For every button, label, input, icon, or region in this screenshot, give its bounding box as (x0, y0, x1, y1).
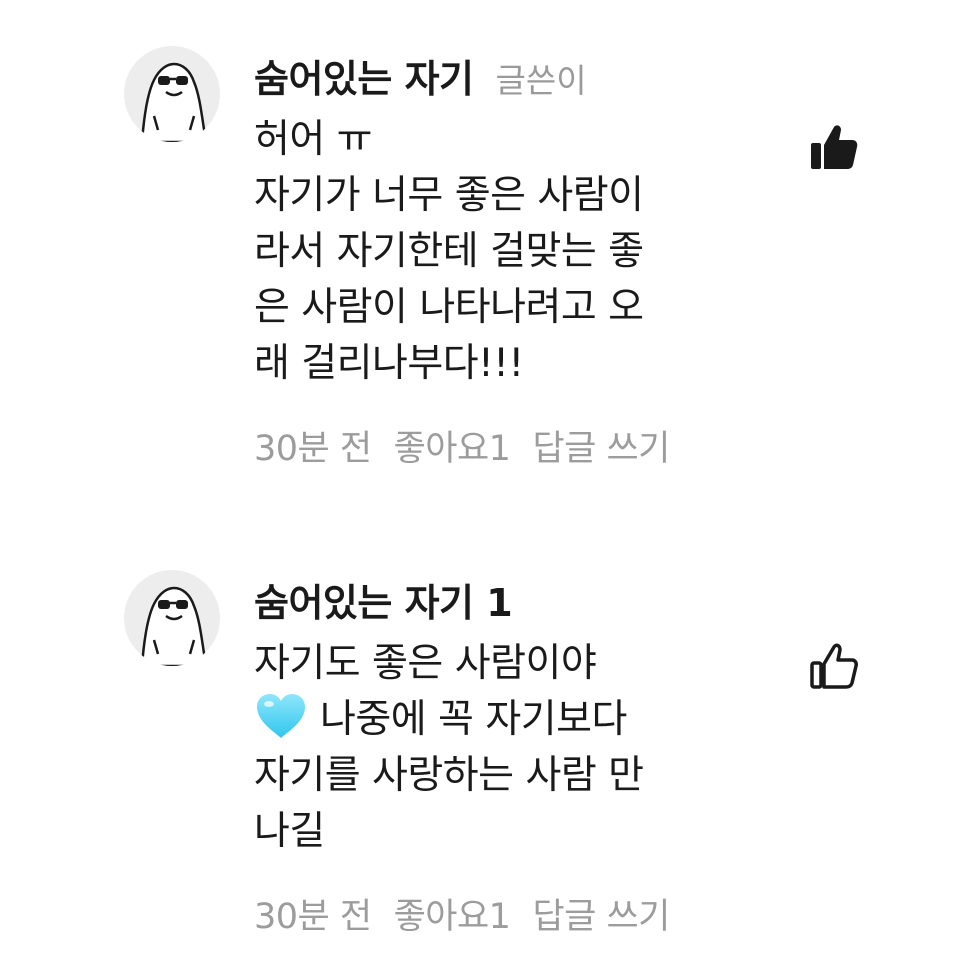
light-blue-heart-icon (254, 692, 308, 740)
comment-line: 나중에 꼭 자기보다 (254, 692, 744, 748)
sunglasses-character-icon (140, 62, 208, 142)
sunglasses-character-icon (140, 586, 208, 666)
comment-line-text: 나중에 꼭 자기보다 (320, 697, 627, 742)
like-button[interactable] (808, 640, 860, 692)
comment-meta: 30분 전 좋아요1 답글 쓰기 (254, 888, 744, 939)
avatar[interactable] (124, 570, 220, 666)
comment-line: 은 사람이 나타나려고 오 (254, 285, 644, 330)
author-name[interactable]: 숨어있는 자기 1 (254, 572, 513, 627)
comment-line: 래 걸리나부다!!! (254, 341, 524, 386)
comment-header: 숨어있는 자기 글쓴이 (254, 48, 744, 104)
comment-line: 나길 (254, 809, 325, 854)
thumbs-up-filled-icon (811, 125, 858, 169)
comment-text: 허어 ㅠ 자기가 너무 좋은 사람이 라서 자기한테 걸맞는 좋 은 사람이 나… (254, 112, 744, 392)
thumbs-up-outline-icon (810, 643, 858, 689)
comment-meta: 30분 전 좋아요1 답글 쓰기 (254, 420, 744, 471)
reply-link[interactable]: 답글 쓰기 (532, 420, 670, 471)
comment-line: 라서 자기한테 걸맞는 좋 (254, 229, 644, 274)
comment-content: 숨어있는 자기 글쓴이 허어 ㅠ 자기가 너무 좋은 사람이 라서 자기한테 걸… (254, 48, 744, 471)
reply-link[interactable]: 답글 쓰기 (532, 888, 670, 939)
like-button[interactable] (808, 121, 860, 173)
comment-content: 숨어있는 자기 1 자기도 좋은 사람이야 나중에 꼭 자기보다 자기를 사랑하… (254, 572, 744, 939)
comment-line: 자기가 너무 좋은 사람이 (254, 173, 644, 218)
avatar[interactable] (124, 46, 220, 142)
comment-header: 숨어있는 자기 1 (254, 572, 744, 628)
comment-text: 자기도 좋은 사람이야 나중에 꼭 자기보다 자기를 사랑하는 사람 만 나길 (254, 636, 744, 860)
comment-line: 허어 ㅠ (254, 117, 373, 162)
comment-line: 자기도 좋은 사람이야 (254, 641, 597, 686)
comment-time: 30분 전 (254, 897, 372, 937)
like-count[interactable]: 좋아요1 (394, 420, 511, 471)
like-count[interactable]: 좋아요1 (394, 888, 511, 939)
author-badge: 글쓴이 (495, 61, 587, 100)
comment-time: 30분 전 (254, 429, 372, 469)
author-name[interactable]: 숨어있는 자기 (254, 48, 474, 103)
comment-line: 자기를 사랑하는 사람 만 (254, 753, 644, 798)
